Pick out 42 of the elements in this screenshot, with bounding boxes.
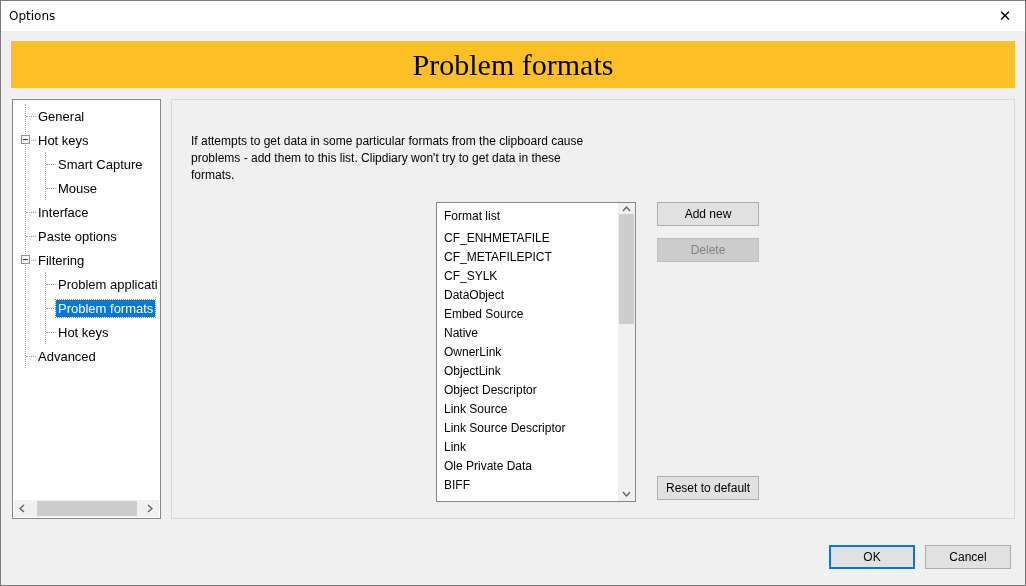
list-item[interactable]: ObjectLink <box>444 362 618 381</box>
list-item[interactable]: Link Source <box>444 400 618 419</box>
reset-button[interactable]: Reset to default <box>657 476 760 500</box>
list-item[interactable]: Ole Private Data <box>444 457 618 476</box>
list-item[interactable]: OwnerLink <box>444 343 618 362</box>
tree-item[interactable]: Advanced <box>36 347 98 365</box>
list-item[interactable]: CF_ENHMETAFILE <box>444 229 618 248</box>
ok-button[interactable]: OK <box>829 545 915 569</box>
description-text: If attempts to get data in some particular formats from the clipboard cause problems - add them to this list. Clipdiary won't try to get data in these formats. <box>191 133 585 184</box>
collapse-icon[interactable] <box>21 255 30 264</box>
list-item[interactable]: DataObject <box>444 286 618 305</box>
list-item[interactable]: Object Descriptor <box>444 381 618 400</box>
list-item[interactable]: Embed Source <box>444 305 618 324</box>
window-title: Options <box>9 9 56 23</box>
tree-item[interactable]: Filtering <box>36 251 87 269</box>
tree-item[interactable]: Hot keys <box>36 131 91 149</box>
tree-item[interactable]: Problem formats <box>56 299 156 317</box>
vertical-scrollbar[interactable] <box>618 203 635 501</box>
scroll-left-icon[interactable] <box>18 504 27 513</box>
horizontal-scrollbar[interactable] <box>14 500 159 517</box>
scroll-right-icon[interactable] <box>146 504 155 513</box>
collapse-icon[interactable] <box>21 135 30 144</box>
tree-item[interactable]: Smart Capture <box>56 155 145 173</box>
list-item[interactable]: CF_SYLK <box>444 267 618 286</box>
cancel-button[interactable]: Cancel <box>925 545 1011 569</box>
list-item[interactable]: BIFF <box>444 476 618 495</box>
list-header: Format list <box>444 208 501 225</box>
tree-item[interactable]: Interface <box>36 203 91 221</box>
list-item[interactable]: CF_METAFILEPICT <box>444 248 618 267</box>
close-button[interactable]: ✕ <box>985 1 1025 31</box>
scroll-up-icon[interactable] <box>622 205 631 214</box>
list-item[interactable]: Native <box>444 324 618 343</box>
tree-item[interactable]: Hot keys <box>56 323 111 341</box>
tree-item[interactable]: Problem applicati <box>56 275 160 293</box>
add-button[interactable]: Add new <box>657 202 760 226</box>
list-item[interactable]: Link <box>444 438 618 457</box>
tree-item[interactable]: Mouse <box>56 179 100 197</box>
scroll-down-icon[interactable] <box>622 490 631 499</box>
page-title: Problem formats <box>412 47 614 82</box>
list-item[interactable]: Link Source Descriptor <box>444 419 618 438</box>
tree-item[interactable]: General <box>36 107 87 125</box>
tree-item[interactable]: Paste options <box>36 227 119 245</box>
